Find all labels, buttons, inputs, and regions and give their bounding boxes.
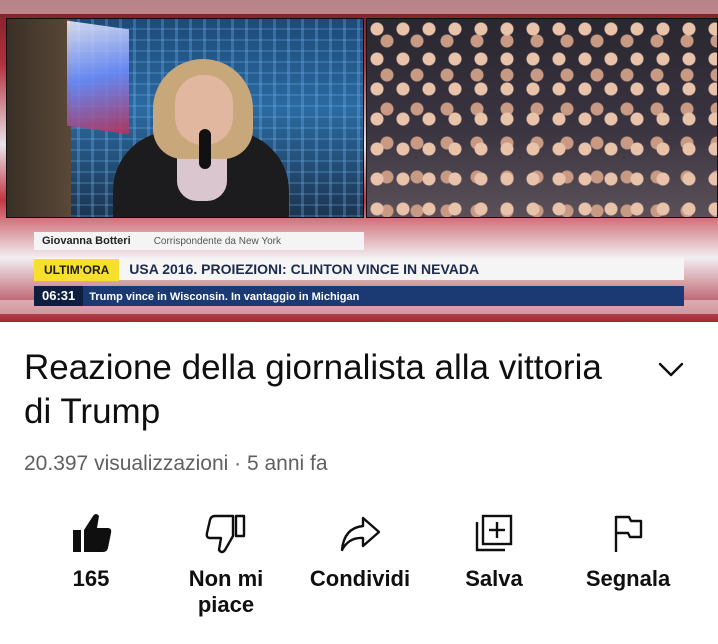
video-metadata: 20.397 visualizzazioni · 5 anni fa — [24, 452, 328, 476]
meta-separator: · — [228, 452, 247, 475]
action-bar: 165 Non mi piace Condividi Salva Segnala — [0, 508, 718, 644]
flag-icon — [614, 515, 643, 552]
correspondent-role: Corrispondente da New York — [153, 236, 281, 247]
video-player[interactable]: Giovanna Botteri Corrispondente da New Y… — [0, 0, 718, 322]
flag-stripe — [0, 0, 718, 14]
building-column — [7, 19, 71, 217]
breaking-tag: ULTIM'ORA — [34, 259, 120, 281]
breaking-news-bar: ULTIM'ORA USA 2016. PROIEZIONI: CLINTON V… — [34, 258, 684, 281]
crowd-feed — [366, 18, 718, 218]
crowd-image — [367, 19, 717, 217]
correspondent-feed — [6, 18, 364, 218]
dislike-button[interactable]: Non mi piace — [168, 508, 284, 618]
save-button[interactable]: Salva — [446, 508, 542, 592]
save-label: Salva — [465, 566, 523, 591]
lower-third-name: Giovanna Botteri Corrispondente da New Y… — [34, 232, 364, 250]
video-title[interactable]: Reazione della giornalista alla vittoria… — [24, 346, 624, 434]
thumbs-up-filled-icon — [73, 514, 112, 552]
share-label: Condividi — [309, 566, 411, 591]
breaking-headline: USA 2016. PROIEZIONI: CLINTON VINCE IN N… — [129, 261, 480, 277]
ticker-text: Trump vince in Wisconsin. In vantaggio i… — [89, 291, 360, 303]
expand-description-button[interactable] — [654, 356, 688, 382]
like-button[interactable]: 165 — [46, 508, 136, 592]
correspondent-figure — [113, 59, 289, 217]
share-arrow-icon — [340, 516, 381, 552]
microphone — [199, 129, 211, 169]
chevron-down-icon — [658, 362, 684, 377]
dislike-label-line2: piace — [197, 592, 255, 617]
add-to-playlist-icon — [475, 514, 513, 552]
like-count: 165 — [72, 566, 110, 591]
view-count: 20.397 visualizzazioni — [24, 452, 229, 475]
ticker-time: 06:31 — [34, 286, 84, 306]
report-button[interactable]: Segnala — [572, 508, 684, 592]
upload-age: 5 anni fa — [246, 452, 328, 475]
dislike-label-line1: Non mi — [188, 566, 264, 591]
share-button[interactable]: Condividi — [296, 508, 424, 592]
report-label: Segnala — [585, 566, 671, 591]
news-ticker: 06:31 Trump vince in Wisconsin. In vantag… — [34, 286, 684, 306]
thumbs-down-outline-icon — [205, 514, 246, 554]
correspondent-name: Giovanna Botteri — [42, 235, 131, 247]
